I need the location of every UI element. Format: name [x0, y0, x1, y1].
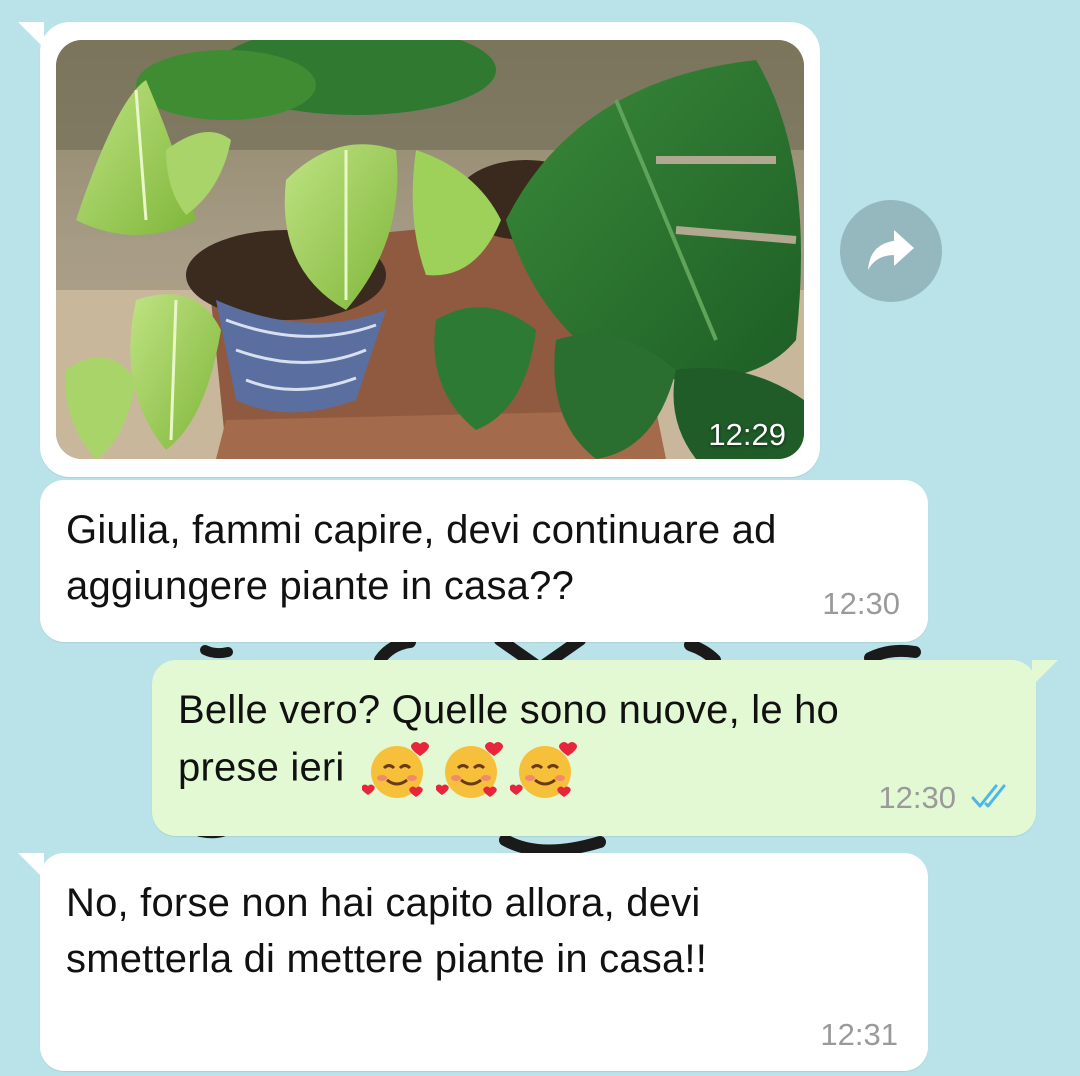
smiling-face-with-hearts-emoji-icon — [361, 742, 429, 798]
message-text: No, forse non hai capito allora, devi sm… — [66, 881, 708, 981]
incoming-message-bubble[interactable]: No, forse non hai capito allora, devi sm… — [18, 853, 928, 1071]
message-text: Giulia, fammi capire, devi continuare ad… — [66, 508, 777, 608]
message-text-line1: Belle vero? Quelle sono nuove, le ho — [178, 688, 839, 732]
message-timestamp: 12:30 — [878, 780, 956, 815]
smiling-face-with-hearts-emoji-icon — [509, 742, 577, 798]
double-check-icon — [971, 784, 1006, 808]
message-timestamp: 12:31 — [820, 1017, 898, 1052]
incoming-message-bubble[interactable]: Giulia, fammi capire, devi continuare ad… — [40, 480, 928, 642]
image-message-bubble[interactable]: 12:29 — [18, 22, 820, 477]
bubble-tail — [18, 22, 44, 48]
smiling-face-with-hearts-emoji-icon — [435, 742, 503, 798]
emoji-group — [361, 738, 584, 802]
plants-photo[interactable]: 12:29 — [56, 40, 804, 459]
outgoing-message-bubble[interactable]: Belle vero? Quelle sono nuove, le ho pre… — [152, 660, 1058, 836]
message-timestamp: 12:30 — [822, 586, 900, 621]
message-text-line2: prese ieri — [178, 738, 839, 802]
forward-arrow-icon — [868, 230, 914, 270]
bubble-tail — [1032, 660, 1058, 686]
bubble-tail — [18, 853, 44, 879]
message-text-line2-words: prese ieri — [178, 745, 345, 790]
forward-button[interactable] — [840, 200, 942, 302]
image-timestamp: 12:29 — [708, 417, 786, 452]
message-text: Belle vero? Quelle sono nuove, le ho pre… — [178, 682, 839, 802]
